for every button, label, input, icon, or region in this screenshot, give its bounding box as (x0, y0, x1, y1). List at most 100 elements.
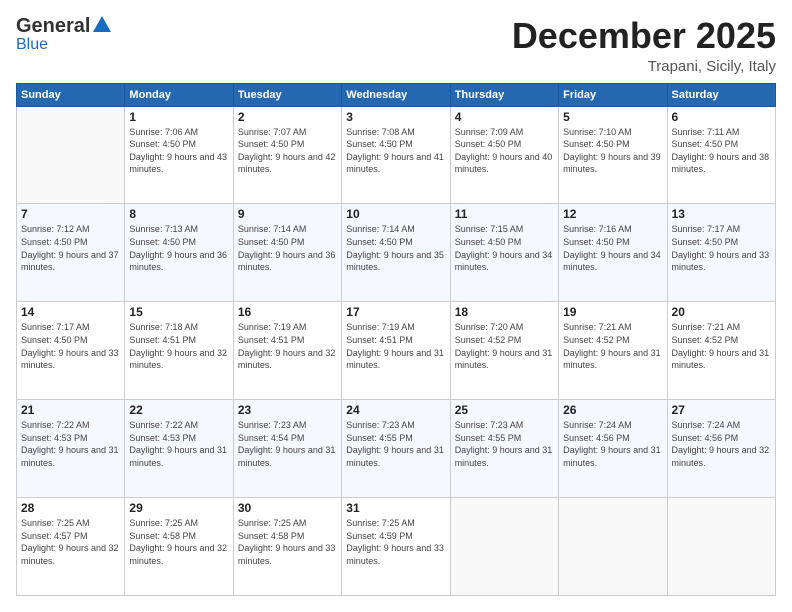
day-info: Sunrise: 7:22 AMSunset: 4:53 PMDaylight:… (21, 419, 120, 469)
day-info: Sunrise: 7:14 AMSunset: 4:50 PMDaylight:… (346, 223, 445, 273)
day-info: Sunrise: 7:15 AMSunset: 4:50 PMDaylight:… (455, 223, 554, 273)
day-info: Sunrise: 7:24 AMSunset: 4:56 PMDaylight:… (672, 419, 771, 469)
month-title: December 2025 (512, 16, 776, 56)
calendar-day-cell (17, 106, 125, 204)
day-info: Sunrise: 7:25 AMSunset: 4:58 PMDaylight:… (238, 517, 337, 567)
weekday-header: Thursday (450, 83, 558, 106)
day-number: 19 (563, 305, 662, 319)
day-number: 8 (129, 207, 228, 221)
calendar-day-cell (667, 498, 775, 596)
calendar-day-cell: 8 Sunrise: 7:13 AMSunset: 4:50 PMDaylight… (125, 204, 233, 302)
weekday-header: Sunday (17, 83, 125, 106)
calendar-day-cell: 19 Sunrise: 7:21 AMSunset: 4:52 PMDayligh… (559, 302, 667, 400)
day-number: 6 (672, 110, 771, 124)
calendar-day-cell: 22Sunrise: 7:22 AMSunset: 4:53 PMDayligh… (125, 400, 233, 498)
day-number: 2 (238, 110, 337, 124)
day-info: Sunrise: 7:25 AMSunset: 4:57 PMDaylight:… (21, 517, 120, 567)
calendar-week-row: 1Sunrise: 7:06 AMSunset: 4:50 PMDaylight… (17, 106, 776, 204)
calendar-week-row: 21 Sunrise: 7:22 AMSunset: 4:53 PMDayligh… (17, 400, 776, 498)
calendar-day-cell: 7 Sunrise: 7:12 AMSunset: 4:50 PMDaylight… (17, 204, 125, 302)
day-info: Sunrise: 7:12 AMSunset: 4:50 PMDaylight:… (21, 223, 120, 273)
calendar-day-cell: 2 Sunrise: 7:07 AMSunset: 4:50 PMDaylight… (233, 106, 341, 204)
day-info: Sunrise: 7:13 AMSunset: 4:50 PMDaylight:… (129, 223, 228, 273)
day-number: 14 (21, 305, 120, 319)
day-number: 15 (129, 305, 228, 319)
calendar-day-cell: 24 Sunrise: 7:23 AMSunset: 4:55 PMDayligh… (342, 400, 450, 498)
header: General Blue December 2025 Trapani, Sici… (16, 16, 776, 75)
day-info: Sunrise: 7:25 AMSunset: 4:59 PMDaylight:… (346, 517, 445, 567)
calendar-day-cell: 13Sunrise: 7:17 AMSunset: 4:50 PMDayligh… (667, 204, 775, 302)
day-info: Sunrise: 7:19 AMSunset: 4:51 PMDaylight:… (346, 321, 445, 371)
day-number: 24 (346, 403, 445, 417)
day-info: Sunrise: 7:23 AMSunset: 4:55 PMDaylight:… (455, 419, 554, 469)
calendar-week-row: 28 Sunrise: 7:25 AMSunset: 4:57 PMDayligh… (17, 498, 776, 596)
calendar-day-cell: 16Sunrise: 7:19 AMSunset: 4:51 PMDayligh… (233, 302, 341, 400)
day-info: Sunrise: 7:23 AMSunset: 4:54 PMDaylight:… (238, 419, 337, 469)
calendar-day-cell: 26 Sunrise: 7:24 AMSunset: 4:56 PMDayligh… (559, 400, 667, 498)
day-number: 12 (563, 207, 662, 221)
day-info: Sunrise: 7:21 AMSunset: 4:52 PMDaylight:… (563, 321, 662, 371)
calendar-day-cell: 21 Sunrise: 7:22 AMSunset: 4:53 PMDayligh… (17, 400, 125, 498)
calendar-day-cell: 12 Sunrise: 7:16 AMSunset: 4:50 PMDayligh… (559, 204, 667, 302)
day-info: Sunrise: 7:10 AMSunset: 4:50 PMDaylight:… (563, 126, 662, 176)
weekday-header: Friday (559, 83, 667, 106)
page: General Blue December 2025 Trapani, Sici… (0, 0, 792, 612)
day-number: 28 (21, 501, 120, 515)
day-info: Sunrise: 7:08 AMSunset: 4:50 PMDaylight:… (346, 126, 445, 176)
calendar-day-cell: 1Sunrise: 7:06 AMSunset: 4:50 PMDaylight… (125, 106, 233, 204)
day-info: Sunrise: 7:11 AMSunset: 4:50 PMDaylight:… (672, 126, 771, 176)
day-number: 5 (563, 110, 662, 124)
calendar-week-row: 14Sunrise: 7:17 AMSunset: 4:50 PMDayligh… (17, 302, 776, 400)
day-info: Sunrise: 7:24 AMSunset: 4:56 PMDaylight:… (563, 419, 662, 469)
logo-triangle-icon (93, 16, 111, 32)
weekday-header: Wednesday (342, 83, 450, 106)
calendar-day-cell: 9Sunrise: 7:14 AMSunset: 4:50 PMDaylight… (233, 204, 341, 302)
weekday-header: Monday (125, 83, 233, 106)
day-number: 16 (238, 305, 337, 319)
calendar-day-cell: 20 Sunrise: 7:21 AMSunset: 4:52 PMDayligh… (667, 302, 775, 400)
day-number: 7 (21, 207, 120, 221)
day-number: 1 (129, 110, 228, 124)
day-number: 21 (21, 403, 120, 417)
logo-blue: Blue (16, 36, 48, 54)
calendar-day-cell: 15Sunrise: 7:18 AMSunset: 4:51 PMDayligh… (125, 302, 233, 400)
day-number: 17 (346, 305, 445, 319)
calendar: SundayMondayTuesdayWednesdayThursdayFrid… (16, 83, 776, 596)
day-info: Sunrise: 7:07 AMSunset: 4:50 PMDaylight:… (238, 126, 337, 176)
day-info: Sunrise: 7:20 AMSunset: 4:52 PMDaylight:… (455, 321, 554, 371)
calendar-day-cell: 17 Sunrise: 7:19 AMSunset: 4:51 PMDayligh… (342, 302, 450, 400)
calendar-week-row: 7 Sunrise: 7:12 AMSunset: 4:50 PMDaylight… (17, 204, 776, 302)
day-number: 30 (238, 501, 337, 515)
day-number: 4 (455, 110, 554, 124)
day-info: Sunrise: 7:16 AMSunset: 4:50 PMDaylight:… (563, 223, 662, 273)
day-number: 23 (238, 403, 337, 417)
calendar-day-cell: 27 Sunrise: 7:24 AMSunset: 4:56 PMDayligh… (667, 400, 775, 498)
day-info: Sunrise: 7:21 AMSunset: 4:52 PMDaylight:… (672, 321, 771, 371)
day-number: 18 (455, 305, 554, 319)
day-info: Sunrise: 7:25 AMSunset: 4:58 PMDaylight:… (129, 517, 228, 567)
calendar-day-cell: 6 Sunrise: 7:11 AMSunset: 4:50 PMDaylight… (667, 106, 775, 204)
day-number: 27 (672, 403, 771, 417)
day-info: Sunrise: 7:23 AMSunset: 4:55 PMDaylight:… (346, 419, 445, 469)
calendar-day-cell: 14Sunrise: 7:17 AMSunset: 4:50 PMDayligh… (17, 302, 125, 400)
weekday-header: Saturday (667, 83, 775, 106)
day-number: 25 (455, 403, 554, 417)
calendar-day-cell: 4 Sunrise: 7:09 AMSunset: 4:50 PMDaylight… (450, 106, 558, 204)
logo-text: General (16, 16, 111, 36)
day-number: 26 (563, 403, 662, 417)
calendar-day-cell (559, 498, 667, 596)
calendar-day-cell: 3 Sunrise: 7:08 AMSunset: 4:50 PMDaylight… (342, 106, 450, 204)
day-info: Sunrise: 7:14 AMSunset: 4:50 PMDaylight:… (238, 223, 337, 273)
day-number: 3 (346, 110, 445, 124)
calendar-day-cell (450, 498, 558, 596)
weekday-header: Tuesday (233, 83, 341, 106)
day-number: 11 (455, 207, 554, 221)
calendar-day-cell: 30 Sunrise: 7:25 AMSunset: 4:58 PMDayligh… (233, 498, 341, 596)
calendar-header-row: SundayMondayTuesdayWednesdayThursdayFrid… (17, 83, 776, 106)
day-number: 20 (672, 305, 771, 319)
day-number: 31 (346, 501, 445, 515)
calendar-day-cell: 11 Sunrise: 7:15 AMSunset: 4:50 PMDayligh… (450, 204, 558, 302)
calendar-day-cell: 10Sunrise: 7:14 AMSunset: 4:50 PMDayligh… (342, 204, 450, 302)
calendar-day-cell: 28 Sunrise: 7:25 AMSunset: 4:57 PMDayligh… (17, 498, 125, 596)
day-info: Sunrise: 7:09 AMSunset: 4:50 PMDaylight:… (455, 126, 554, 176)
